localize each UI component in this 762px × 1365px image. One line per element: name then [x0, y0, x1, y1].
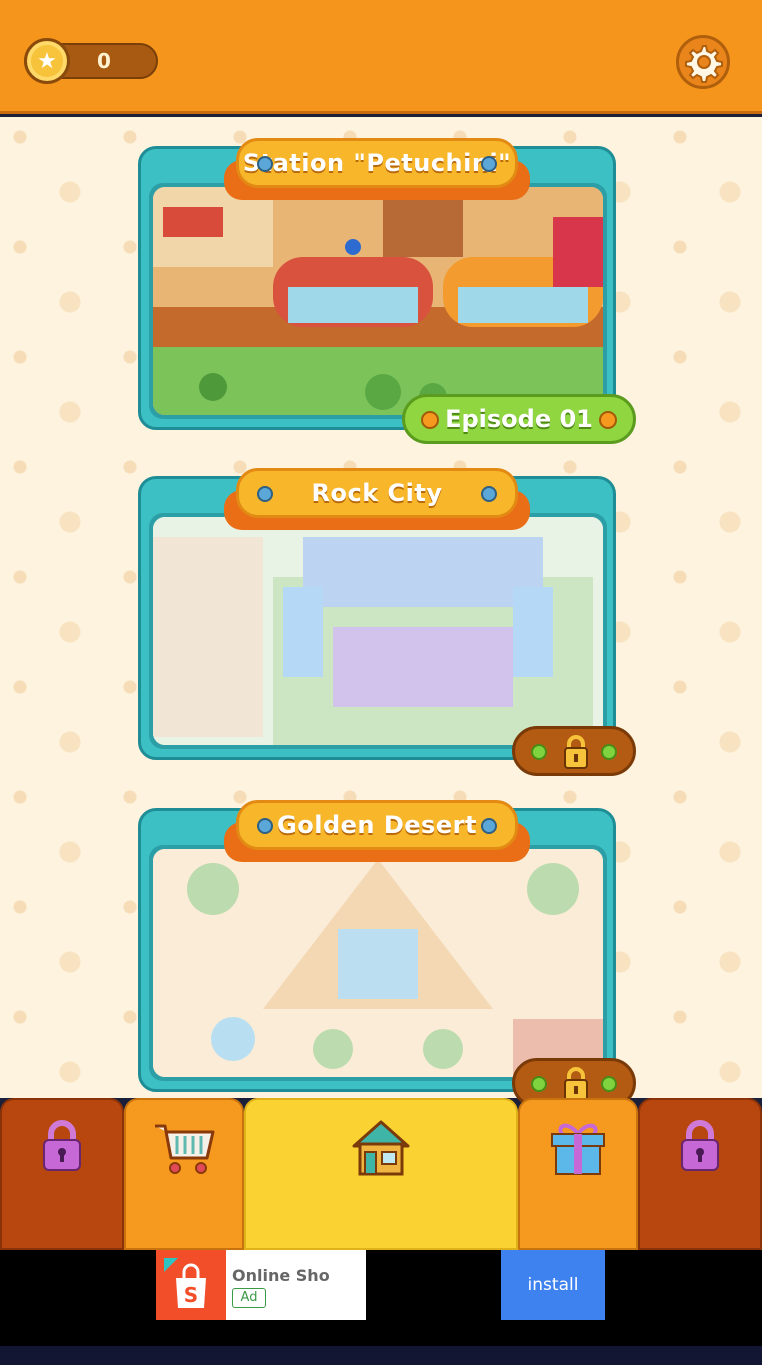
shopping-cart-icon [155, 1124, 215, 1174]
ad-text[interactable]: Online Sho Ad [226, 1250, 366, 1320]
gear-icon [685, 45, 723, 83]
game-screen: ★ 0 Station "Petuchini" Episode 01 Rock … [0, 0, 762, 1365]
ad-app-logo[interactable]: S [156, 1250, 226, 1320]
nav-tab-gifts[interactable] [518, 1098, 638, 1250]
level-title: Station "Petuchini" [242, 149, 512, 177]
nav-tab-locked-2[interactable] [638, 1098, 762, 1250]
ribbon-dot [481, 156, 497, 172]
nav-tab-home[interactable] [244, 1098, 518, 1250]
level-title-ribbon: Golden Desert [236, 800, 518, 850]
level-scene-image [153, 849, 603, 1077]
padlock-icon [564, 735, 588, 769]
locked-overlay [153, 517, 603, 745]
ribbon-dot [481, 486, 497, 502]
top-bar: ★ 0 [0, 0, 762, 114]
coin-count: 0 [97, 49, 111, 73]
badge-dot [599, 411, 617, 429]
gift-icon [551, 1123, 605, 1175]
badge-dot [531, 744, 547, 760]
nav-tab-locked-1[interactable] [0, 1098, 124, 1250]
level-title-ribbon: Station "Petuchini" [236, 138, 518, 188]
ribbon-dot [257, 486, 273, 502]
ad-badge: Ad [232, 1288, 266, 1308]
padlock-icon [681, 1120, 719, 1171]
star-coin-icon: ★ [24, 38, 70, 84]
ribbon-dot [481, 818, 497, 834]
level-title: Rock City [311, 479, 443, 507]
ribbon-dot [257, 818, 273, 834]
ad-title: Online Sho [232, 1266, 330, 1285]
house-icon [352, 1120, 410, 1176]
episode-badge[interactable]: Episode 01 [402, 394, 636, 444]
level-frame [149, 183, 607, 419]
level-scene-image [153, 517, 603, 745]
level-scene-image [153, 187, 603, 415]
install-button[interactable]: install [501, 1250, 605, 1320]
level-title-ribbon: Rock City [236, 468, 518, 518]
level-frame [149, 845, 607, 1081]
nav-tab-shop[interactable] [124, 1098, 244, 1250]
background-strip [0, 1346, 762, 1365]
locked-overlay [153, 849, 603, 1077]
ribbon-dot [257, 156, 273, 172]
badge-dot [601, 744, 617, 760]
level-title: Golden Desert [277, 811, 477, 839]
padlock-icon [43, 1120, 81, 1171]
badge-dot [601, 1076, 617, 1092]
settings-button[interactable] [676, 35, 730, 89]
padlock-icon [564, 1067, 588, 1101]
ad-banner[interactable]: S Online Sho Ad install [0, 1250, 762, 1346]
level-frame [149, 513, 607, 749]
episode-label: Episode 01 [445, 405, 593, 433]
shopping-bag-icon: S [164, 1258, 206, 1308]
badge-dot [531, 1076, 547, 1092]
badge-dot [421, 411, 439, 429]
bottom-nav [0, 1098, 762, 1250]
locked-badge [512, 726, 636, 776]
svg-text:S: S [184, 1283, 198, 1307]
